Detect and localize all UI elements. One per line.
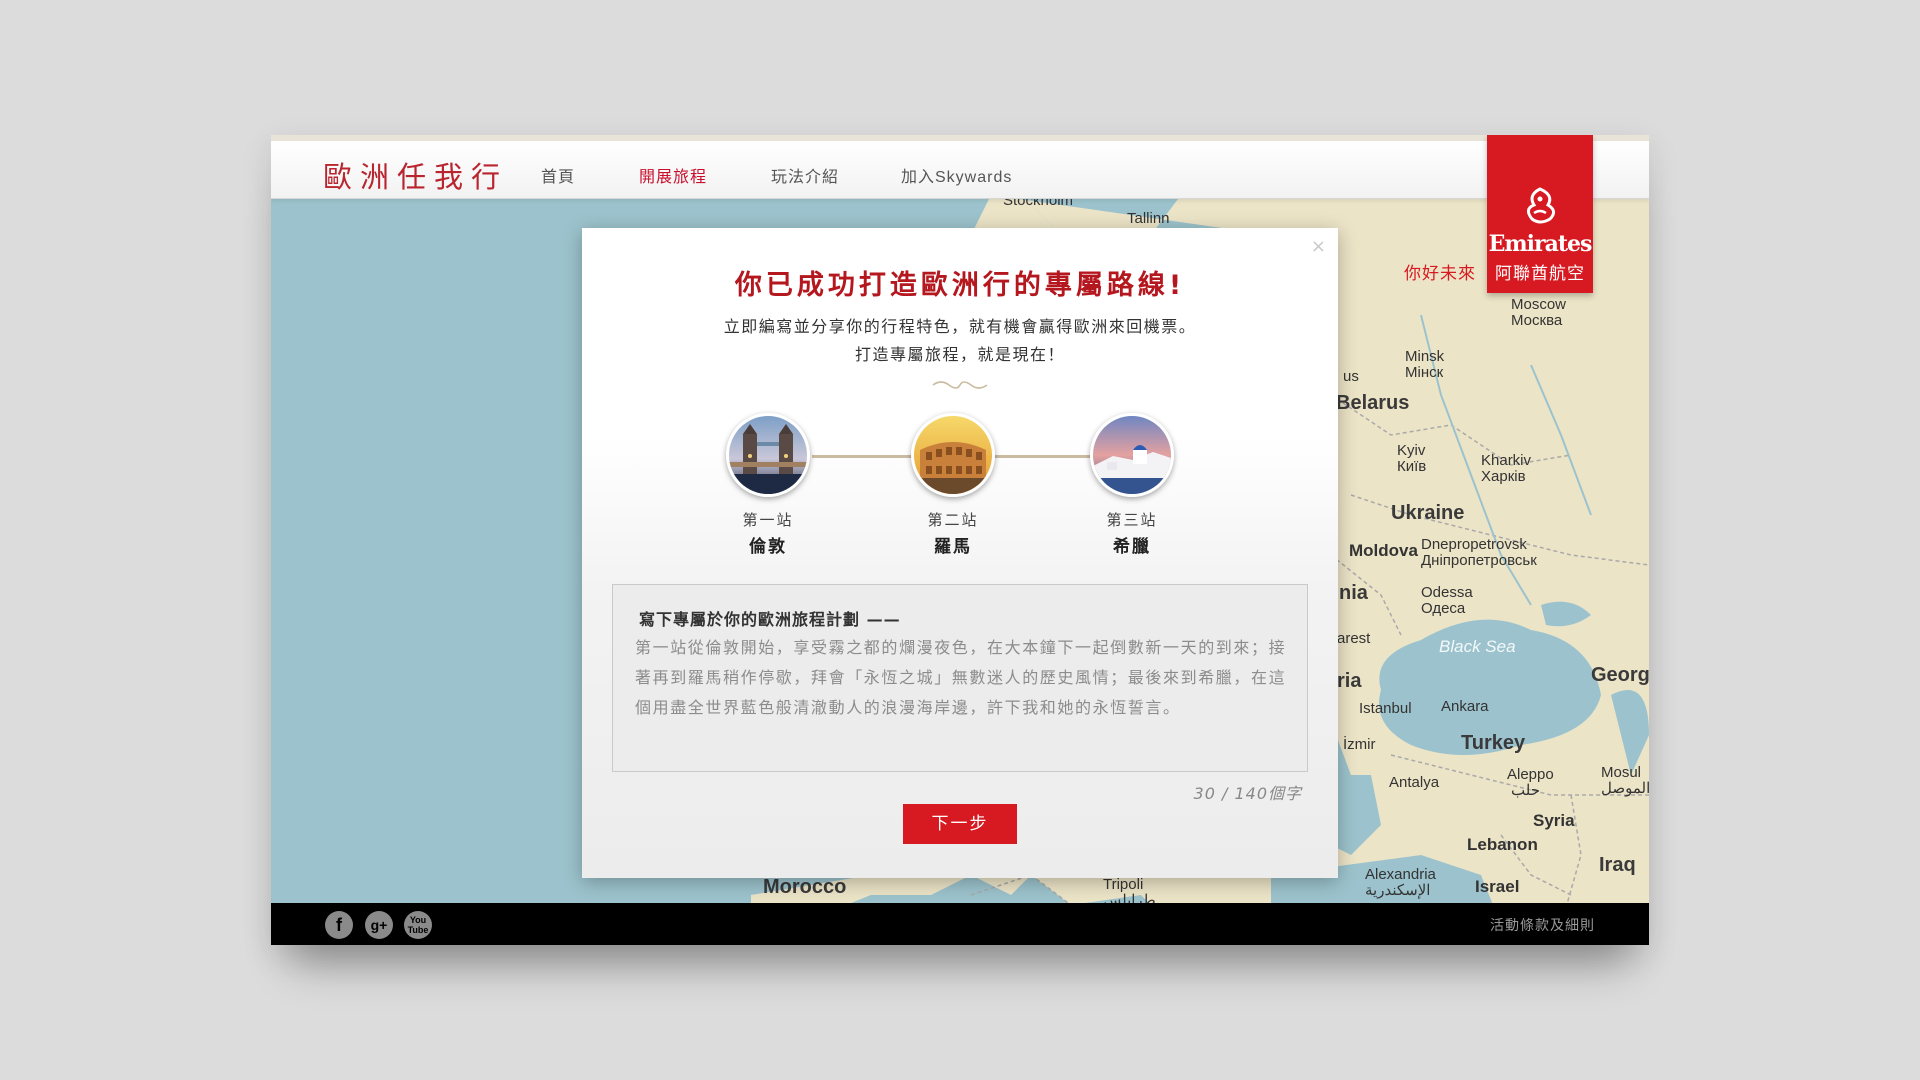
dialog-title: 你已成功打造歐洲行的專屬路線! (734, 270, 1186, 301)
tower-bridge-photo (726, 413, 810, 497)
map-label: Ukraine (1391, 502, 1465, 524)
stop-number: 第二站 (927, 511, 979, 529)
map-label: Tallinn (1127, 210, 1170, 227)
route-stop-1[interactable]: 第一站 倫敦 (708, 413, 828, 557)
map-label: Syria (1533, 811, 1575, 830)
map-label: Tripoli (1103, 876, 1144, 893)
textarea-heading: 寫下專屬於你的歐洲旅程計劃 —— (639, 610, 901, 629)
map-label: Харків (1481, 468, 1526, 485)
map-label: ria (1337, 670, 1362, 692)
map-label: Мінск (1405, 364, 1444, 381)
map-label: Київ (1397, 458, 1427, 475)
character-counter: 30 / 140個字 (1193, 784, 1302, 803)
map-label: arest (1337, 630, 1371, 647)
map-label: Dnepropetrovsk (1421, 536, 1527, 553)
close-icon[interactable]: × (1311, 236, 1326, 257)
map-label: Ankara (1441, 698, 1489, 715)
map-label: Georgi (1591, 664, 1649, 686)
map-label: Antalya (1389, 774, 1440, 791)
map-label: Kyiv (1397, 442, 1426, 459)
map-label: Alexandria (1365, 866, 1436, 883)
nav-how-to-play[interactable]: 玩法介紹 (771, 163, 839, 187)
map-label: Morocco (763, 876, 847, 898)
top-nav-bar: 歐洲任我行 首頁 開展旅程 玩法介紹 加入Skywards (271, 141, 1649, 199)
map-label: الإسكندرية (1365, 882, 1431, 899)
emirates-calligraphy-icon (1527, 187, 1555, 224)
site-logo-text[interactable]: 歐洲任我行 (323, 154, 508, 196)
map-label: Iraq (1599, 854, 1636, 876)
map-label: Belarus (1336, 392, 1410, 414)
next-step-button[interactable]: 下一步 (903, 804, 1017, 844)
stop-number: 第三站 (1106, 511, 1158, 529)
map-label: Москва (1511, 312, 1563, 329)
map-label: Moscow (1511, 296, 1567, 313)
map-label: Mosul (1601, 764, 1642, 781)
emirates-logo[interactable]: Emirates 阿聯酋航空 (1487, 135, 1593, 293)
textarea-content[interactable]: 第一站從倫敦開始，享受霧之都的爛漫夜色，在大本鐘下一起倒數新一天的到來；接著再到… (635, 633, 1291, 723)
route-stop-2[interactable]: 第二站 羅馬 (893, 413, 1013, 557)
flourish-divider-icon (932, 381, 988, 389)
stop-city: 希臘 (1113, 537, 1151, 557)
map-label: Odessa (1421, 584, 1473, 601)
nav-start-journey[interactable]: 開展旅程 (639, 163, 707, 187)
map-label: Moldova (1349, 541, 1418, 560)
map-label: nia (1339, 582, 1368, 604)
map-label: Turkey (1461, 732, 1526, 754)
map-label: Одеса (1421, 600, 1466, 617)
dialog-subtitle-2: 打造專屬旅程，就是現在！ (854, 345, 1065, 364)
route-complete-dialog: × 你已成功打造歐洲行的專屬路線! 立即編寫並分享你的行程特色，就有機會贏得歐洲… (582, 228, 1338, 878)
route-stop-3[interactable]: 第三站 希臘 (1072, 413, 1192, 557)
tagline: 你好未來 (1404, 264, 1476, 284)
brand-name-cn: 阿聯酋航空 (1495, 264, 1585, 284)
google-plus-icon[interactable]: g+ (365, 911, 393, 939)
brand-name: Emirates (1488, 231, 1593, 257)
footer-bar: f g+ You Tube 活動條款及細則 (271, 903, 1649, 945)
terms-link[interactable]: 活動條款及細則 (1490, 915, 1595, 935)
app-window: Stockholm Tallinn nia via Moscow Москва … (271, 135, 1649, 945)
nav-join-skywards[interactable]: 加入Skywards (901, 163, 1012, 187)
map-label: Дніпропетровськ (1421, 552, 1537, 569)
map-label: Lebanon (1467, 835, 1538, 854)
santorini-photo (1090, 413, 1174, 497)
map-label: Minsk (1405, 348, 1445, 365)
map-label: Aleppo (1507, 766, 1554, 783)
map-label: us (1343, 368, 1359, 385)
map-label: Istanbul (1359, 700, 1412, 717)
map-label: الموصل (1601, 780, 1649, 797)
nav-home[interactable]: 首頁 (541, 163, 575, 187)
map-label: حلب (1511, 782, 1540, 799)
colosseum-photo (911, 413, 995, 497)
trip-plan-textarea[interactable]: 寫下專屬於你的歐洲旅程計劃 —— 第一站從倫敦開始，享受霧之都的爛漫夜色，在大本… (612, 584, 1308, 772)
map-label: Black Sea (1439, 637, 1516, 656)
facebook-icon[interactable]: f (325, 911, 353, 939)
youtube-icon[interactable]: You Tube (404, 911, 432, 939)
map-label: İzmir (1343, 736, 1376, 753)
dialog-subtitle: 立即編寫並分享你的行程特色，就有機會贏得歐洲來回機票。 (723, 317, 1197, 336)
map-label: Kharkiv (1481, 452, 1532, 469)
stop-city: 羅馬 (934, 537, 972, 557)
stop-number: 第一站 (742, 511, 794, 529)
stop-city: 倫敦 (749, 537, 787, 557)
map-label: Israel (1475, 877, 1520, 896)
